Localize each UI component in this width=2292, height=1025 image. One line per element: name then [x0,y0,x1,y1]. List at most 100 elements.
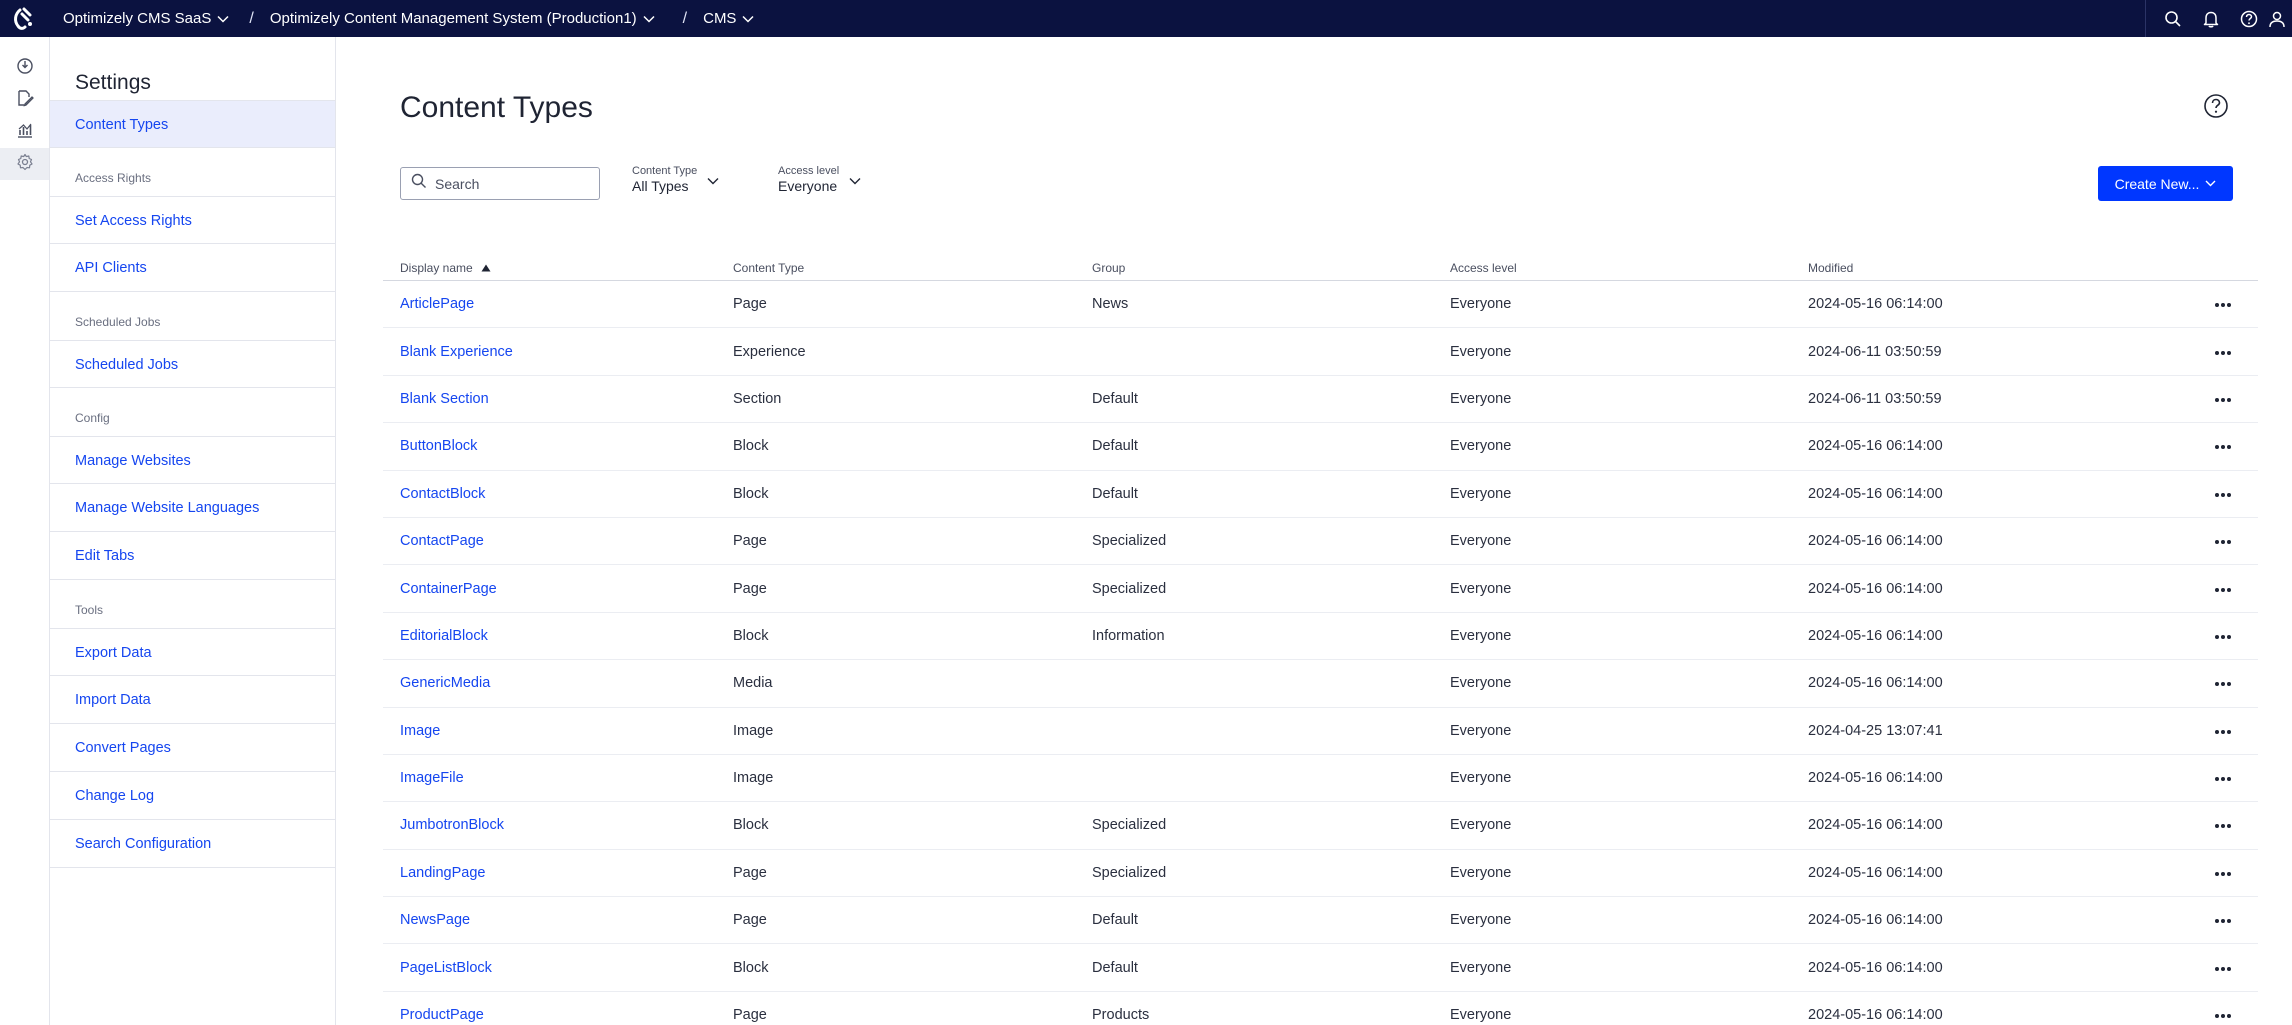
content-type-name-link[interactable]: PageListBlock [383,960,733,976]
access-level-filter[interactable]: Access level Everyone [778,165,861,194]
sidebar-item-convert-pages[interactable]: Convert Pages [50,724,335,772]
sidebar-item-scheduled-jobs[interactable]: Scheduled Jobs [50,340,335,388]
rail-dashboard[interactable] [0,52,49,84]
content-types-table: Display name Content Type Group Access l… [383,255,2258,1025]
content-type-name-link[interactable]: ImageFile [383,770,733,786]
access-level-cell: Everyone [1450,533,1512,550]
modified-cell: 2024-05-16 06:14:00 [1808,912,1943,929]
content-type-cell: Page [733,580,767,597]
row-actions-button[interactable] [2188,675,2258,691]
modified-cell: 2024-05-16 06:14:00 [1808,675,1943,692]
row-actions-button[interactable] [2188,912,2258,928]
access-level-cell: Everyone [1450,770,1512,787]
row-actions-button[interactable] [2188,344,2258,360]
table-row: Blank Experience Experience Everyone 202… [383,328,2258,376]
column-group[interactable]: Group [1092,261,1450,275]
breadcrumb-instance[interactable]: Optimizely Content Management System (Pr… [270,10,655,27]
breadcrumb-org[interactable]: Optimizely CMS SaaS [63,10,229,27]
column-content-type[interactable]: Content Type [733,261,1092,275]
row-actions-button[interactable] [2188,1007,2258,1023]
row-actions-button[interactable] [2188,960,2258,976]
bell-icon[interactable] [2192,0,2230,37]
more-horizontal-icon [2214,1007,2232,1023]
content-type-cell: Block [733,438,769,455]
more-horizontal-icon [2214,486,2232,502]
help-icon[interactable] [2230,0,2268,37]
chart-icon [16,121,34,144]
row-actions-button[interactable] [2188,865,2258,881]
sidebar-item-manage-website-languages[interactable]: Manage Website Languages [50,484,335,532]
row-actions-button[interactable] [2188,533,2258,549]
row-actions-button[interactable] [2188,770,2258,786]
content-type-name-link[interactable]: EditorialBlock [383,628,733,644]
search-field[interactable] [400,167,600,200]
content-type-name-link[interactable]: Blank Section [383,391,733,407]
modified-cell: 2024-05-16 06:14:00 [1808,1007,1943,1024]
content-type-name-link[interactable]: NewsPage [383,912,733,928]
sidebar-item-change-log[interactable]: Change Log [50,772,335,820]
access-level-filter-label: Access level [778,165,840,177]
more-horizontal-icon [2214,723,2232,739]
content-type-name-link[interactable]: ContactBlock [383,486,733,502]
group-cell: Default [1092,485,1138,502]
content-type-name-link[interactable]: ButtonBlock [383,438,733,454]
access-level-filter-value: Everyone [778,178,838,194]
more-horizontal-icon [2214,533,2232,549]
content-type-filter[interactable]: Content Type All Types [632,165,719,194]
sidebar-item-export-data[interactable]: Export Data [50,628,335,676]
row-actions-button[interactable] [2188,723,2258,739]
content-type-name-link[interactable]: ArticlePage [383,296,733,312]
breadcrumb-instance-label: Optimizely Content Management System (Pr… [269,10,637,27]
content-type-name-link[interactable]: GenericMedia [383,675,733,691]
content-type-name-link[interactable]: ContainerPage [383,581,733,597]
content-type-name-link[interactable]: ProductPage [383,1007,733,1023]
user-icon[interactable] [2268,0,2292,37]
content-type-name-link[interactable]: ContactPage [383,533,733,549]
breadcrumb-org-label: Optimizely CMS SaaS [63,10,212,27]
sidebar-item-search-configuration[interactable]: Search Configuration [50,820,335,868]
optimizely-logo[interactable] [0,0,48,37]
table-row: ContainerPage Page Specialized Everyone … [383,565,2258,613]
table-row: ArticlePage Page News Everyone 2024-05-1… [383,281,2258,329]
row-actions-button[interactable] [2188,628,2258,644]
row-actions-button[interactable] [2188,296,2258,312]
sidebar-item-import-data[interactable]: Import Data [50,676,335,724]
rail-reports[interactable] [0,116,49,148]
rail-edit[interactable] [0,84,49,116]
help-button[interactable] [2203,93,2229,121]
content-type-name-link[interactable]: Image [383,723,733,739]
column-modified[interactable]: Modified [1808,261,2188,275]
sidebar-item-set-access-rights[interactable]: Set Access Rights [50,196,335,244]
group-cell: News [1092,296,1129,313]
sidebar-item-manage-websites[interactable]: Manage Websites [50,436,335,484]
dashboard-icon [16,57,34,80]
table-row: Image Image Everyone 2024-04-25 13:07:41 [383,708,2258,755]
row-actions-button[interactable] [2188,438,2258,454]
row-actions-button[interactable] [2188,391,2258,407]
sidebar-item-api-clients[interactable]: API Clients [50,244,335,292]
search-input[interactable] [435,175,585,192]
rail-settings[interactable] [0,148,49,180]
table-row: ImageFile Image Everyone 2024-05-16 06:1… [383,755,2258,803]
content-type-name-link[interactable]: JumbotronBlock [383,817,733,833]
column-display-name[interactable]: Display name [383,261,733,275]
breadcrumb-product[interactable]: CMS [703,10,754,27]
content-type-cell: Image [733,722,774,739]
row-actions-button[interactable] [2188,817,2258,833]
group-cell: Default [1092,959,1138,976]
content-type-name-link[interactable]: Blank Experience [383,344,733,360]
chevron-down-icon [2205,180,2216,187]
row-actions-button[interactable] [2188,581,2258,597]
content-type-cell: Page [733,864,767,881]
column-access-level[interactable]: Access level [1450,261,1808,275]
modified-cell: 2024-05-16 06:14:00 [1808,533,1943,550]
content-type-cell: Page [733,533,767,550]
row-actions-button[interactable] [2188,486,2258,502]
content-type-name-link[interactable]: LandingPage [383,865,733,881]
create-new-button[interactable]: Create New... [2098,166,2233,201]
sidebar-item-content-types[interactable]: Content Types [50,100,335,148]
access-level-cell: Everyone [1450,959,1512,976]
sidebar-item-edit-tabs[interactable]: Edit Tabs [50,532,335,580]
search-icon[interactable] [2154,0,2192,37]
sidebar-group-tools: Tools [75,603,104,617]
